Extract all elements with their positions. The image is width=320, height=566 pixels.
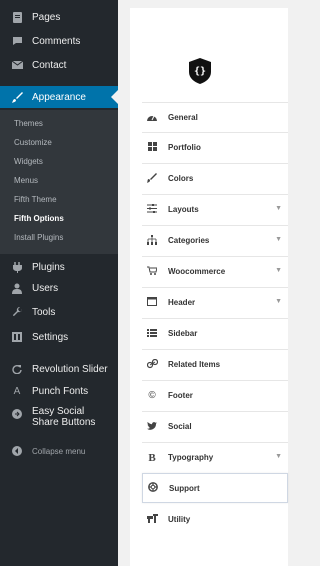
users-icon — [10, 281, 24, 295]
option-layouts[interactable]: Layouts ▼ — [142, 194, 288, 224]
shield-braces-logo: {} — [188, 57, 212, 85]
submenu-item-fifth-options[interactable]: Fifth Options — [14, 214, 64, 224]
wrench-icon — [10, 305, 24, 319]
sidebar-item-appearance[interactable]: Appearance — [0, 86, 118, 108]
option-label: Layouts — [168, 205, 199, 214]
chevron-down-icon: ▼ — [275, 453, 282, 460]
sidebar-item-pages[interactable]: Pages — [0, 6, 118, 28]
tachometer-icon — [146, 113, 158, 123]
main-content: {} General Portfolio Colors Layouts ▼ Ca… — [118, 0, 288, 566]
window-icon — [146, 297, 158, 308]
collapse-menu-button[interactable]: Collapse menu — [0, 440, 118, 462]
collapse-icon — [10, 444, 24, 458]
option-label: Categories — [168, 236, 210, 245]
plugins-icon — [10, 260, 24, 274]
option-portfolio[interactable]: Portfolio — [142, 132, 288, 162]
share-icon — [10, 407, 24, 421]
sidebar-item-label: Easy Social Share Buttons — [32, 406, 96, 428]
sidebar-item-label: Punch Fonts — [32, 385, 89, 397]
submenu-item-fifth-theme[interactable]: Fifth Theme — [14, 195, 57, 205]
sitemap-icon — [146, 234, 158, 247]
option-label: Utility — [168, 514, 191, 524]
chevron-down-icon: ▼ — [275, 267, 282, 274]
option-label: Related Items — [168, 360, 221, 369]
lifebuoy-icon — [147, 482, 159, 494]
option-sidebar[interactable]: Sidebar — [142, 318, 288, 348]
sliders-icon — [146, 204, 158, 215]
chevron-down-icon: ▼ — [275, 236, 282, 243]
chevron-down-icon: ▼ — [275, 298, 282, 305]
appearance-submenu: Themes Customize Widgets Menus Fifth The… — [0, 110, 118, 254]
tools-icon — [146, 513, 158, 525]
submenu-item-menus[interactable]: Menus — [14, 176, 38, 186]
sidebar-item-punch-fonts[interactable]: A Punch Fonts — [0, 380, 118, 402]
option-label: Support — [169, 483, 200, 493]
sidebar-item-label: Pages — [32, 11, 61, 23]
option-label: Portfolio — [168, 143, 201, 152]
sidebar-item-revolution-slider[interactable]: Revolution Slider — [0, 358, 118, 380]
option-label: Woocommerce — [168, 267, 226, 276]
option-label: Footer — [168, 391, 193, 400]
option-label: Colors — [168, 174, 194, 183]
sidebar-item-label: Comments — [32, 35, 81, 47]
chevron-down-icon: ▼ — [275, 205, 282, 212]
sidebar-item-settings[interactable]: Settings — [0, 326, 118, 348]
sidebar-item-users[interactable]: Users — [0, 277, 118, 299]
brush-icon — [10, 90, 24, 104]
option-label: Social — [168, 422, 192, 431]
option-categories[interactable]: Categories ▼ — [142, 225, 288, 255]
comments-icon — [10, 34, 24, 48]
svg-text:{}: {} — [194, 66, 206, 77]
cart-icon — [146, 266, 158, 277]
link-icon — [146, 358, 158, 371]
sidebar-item-tools[interactable]: Tools — [0, 301, 118, 323]
option-typography[interactable]: B Typography ▼ — [142, 442, 288, 472]
sidebar-item-label: Plugins — [32, 261, 65, 273]
sidebar-item-label: Users — [32, 282, 59, 294]
option-support[interactable]: Support — [142, 473, 288, 503]
option-footer[interactable]: © Footer — [142, 380, 288, 410]
submenu-item-widgets[interactable]: Widgets — [14, 157, 43, 167]
sidebar-item-label: Collapse menu — [32, 446, 86, 456]
admin-sidebar: Pages Comments Contact Appearance Themes… — [0, 0, 118, 566]
sidebar-item-label: Appearance — [32, 91, 86, 103]
option-label: Typography — [168, 453, 214, 462]
list-icon — [146, 328, 158, 339]
sidebar-item-comments[interactable]: Comments — [0, 30, 118, 52]
sidebar-item-label: Tools — [32, 306, 56, 318]
submenu-item-customize[interactable]: Customize — [14, 138, 52, 148]
option-social[interactable]: Social — [142, 411, 288, 441]
refresh-icon — [10, 362, 24, 376]
copyright-icon: © — [148, 390, 156, 401]
sidebar-item-contact[interactable]: Contact — [0, 54, 118, 76]
option-label: General — [168, 113, 198, 122]
option-label: Sidebar — [168, 329, 198, 338]
font-icon: A — [13, 385, 21, 397]
sidebar-item-plugins[interactable]: Plugins — [0, 256, 118, 278]
settings-icon — [10, 330, 24, 344]
option-related-items[interactable]: Related Items — [142, 349, 288, 379]
sidebar-item-label: Settings — [32, 331, 69, 343]
grid-icon — [146, 142, 158, 153]
twitter-icon — [146, 421, 158, 432]
sidebar-item-easy-social-share[interactable]: Easy Social Share Buttons — [0, 403, 118, 437]
pages-icon — [10, 10, 24, 24]
option-utility[interactable]: Utility — [142, 504, 288, 534]
submenu-item-install-plugins[interactable]: Install Plugins — [14, 233, 63, 243]
option-label: Header — [168, 298, 196, 307]
submenu-item-themes[interactable]: Themes — [14, 119, 43, 129]
option-general[interactable]: General — [142, 102, 288, 132]
option-colors[interactable]: Colors — [142, 163, 288, 193]
sidebar-item-label: Contact — [32, 59, 67, 71]
options-panel: {} General Portfolio Colors Layouts ▼ Ca… — [130, 8, 288, 566]
option-woocommerce[interactable]: Woocommerce ▼ — [142, 256, 288, 286]
sidebar-item-label: Revolution Slider — [32, 363, 108, 375]
font-b-icon: B — [148, 451, 156, 464]
mail-icon — [10, 58, 24, 72]
option-header[interactable]: Header ▼ — [142, 287, 288, 317]
brush-icon — [146, 172, 158, 185]
